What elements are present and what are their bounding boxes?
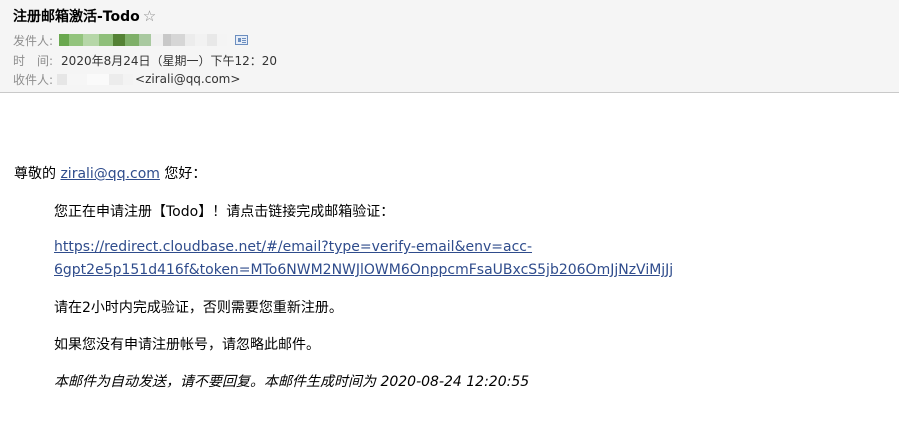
greeting: 尊敬的 zirali@qq.com 您好： [14, 163, 206, 183]
time-label: 时 间: [13, 53, 54, 68]
recipient-row: 收件人: <zirali@qq.com> [13, 71, 240, 87]
contact-card-icon[interactable] [235, 35, 249, 45]
verify-link[interactable]: https://redirect.cloudbase.net/#/email?t… [54, 236, 673, 282]
intro-text: 您正在申请注册【Todo】！请点击链接完成邮箱验证： [54, 204, 395, 220]
sender-label: 发件人: [13, 33, 54, 48]
auto-footer-text: 本邮件为自动发送，请不要回复。本邮件生成时间为 2020-08-24 12:20… [54, 374, 530, 390]
star-icon[interactable]: ☆ [143, 8, 156, 24]
time-row: 时 间: 2020年8月24日（星期一）下午12：20 [13, 52, 277, 68]
greeting-suffix: 您好： [159, 166, 207, 182]
verify-link-line2[interactable]: 6gpt2e5p151d416f&token=MTo6NWM2NWJlOWM6O… [54, 262, 673, 278]
subject-row: 注册邮箱激活-Todo ☆ [13, 6, 156, 26]
validity-text: 请在2小时内完成验证，否则需要您重新注册。 [54, 300, 343, 316]
recipient-name-redacted[interactable] [57, 72, 134, 86]
sender-name-redacted[interactable] [59, 33, 228, 47]
time-value: 2020年8月24日（星期一）下午12：20 [61, 53, 278, 68]
email-subject: 注册邮箱激活-Todo [13, 9, 140, 25]
recipient-email[interactable]: <zirali@qq.com> [135, 72, 240, 86]
verify-link-line1[interactable]: https://redirect.cloudbase.net/#/email?t… [54, 239, 532, 255]
greeting-prefix: 尊敬的 [14, 166, 61, 182]
greeting-email-link[interactable]: zirali@qq.com [60, 166, 159, 182]
sender-row: 发件人: [13, 32, 249, 48]
recipient-label: 收件人: [13, 72, 54, 87]
ignore-text: 如果您没有申请注册帐号，请忽略此邮件。 [54, 337, 320, 353]
email-header: 注册邮箱激活-Todo ☆ 发件人: 时 间: 2020年8月24日（星期一）下… [0, 0, 899, 93]
